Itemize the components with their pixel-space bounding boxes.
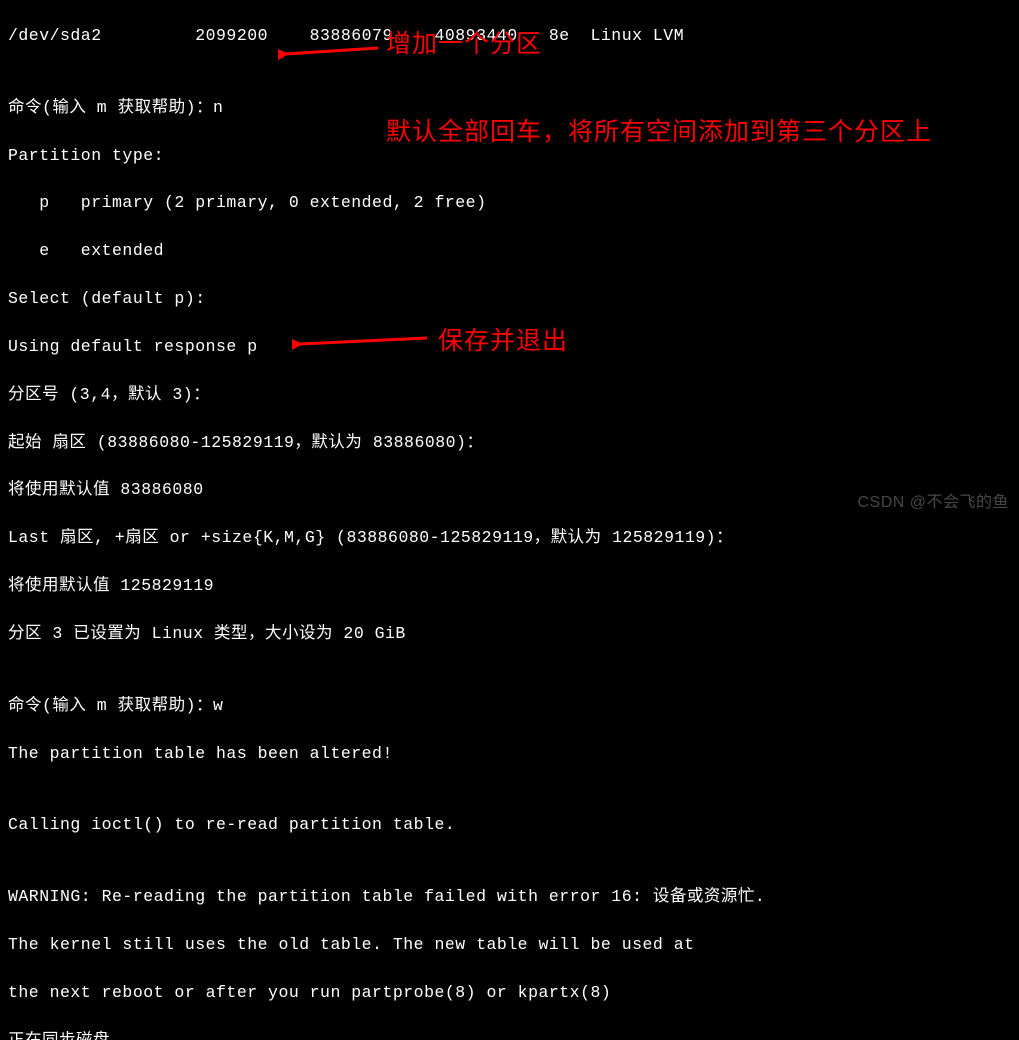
terminal-line: e extended	[8, 239, 1011, 263]
terminal-line: Partition type:	[8, 144, 1011, 168]
terminal-output: /dev/sda2 2099200 83886079 40893440 8e L…	[0, 0, 1019, 1040]
terminal-line: The partition table has been altered!	[8, 742, 1011, 766]
terminal-line: the next reboot or after you run partpro…	[8, 981, 1011, 1005]
terminal-line: 正在同步磁盘。	[8, 1029, 1011, 1040]
terminal-line: p primary (2 primary, 0 extended, 2 free…	[8, 191, 1011, 215]
terminal-line: Calling ioctl() to re-read partition tab…	[8, 813, 1011, 837]
terminal-line: Select (default p):	[8, 287, 1011, 311]
terminal-line: 将使用默认值 125829119	[8, 574, 1011, 598]
terminal-line: The kernel still uses the old table. The…	[8, 933, 1011, 957]
terminal-line: Using default response p	[8, 335, 1011, 359]
watermark: CSDN @不会飞的鱼	[857, 491, 1009, 514]
terminal-line: WARNING: Re-reading the partition table …	[8, 885, 1011, 909]
terminal-line: Last 扇区, +扇区 or +size{K,M,G} (83886080-1…	[8, 526, 1011, 550]
terminal-line: 起始 扇区 (83886080-125829119，默认为 83886080)：	[8, 431, 1011, 455]
terminal-line: 分区号 (3,4，默认 3)：	[8, 383, 1011, 407]
terminal-line: /dev/sda2 2099200 83886079 40893440 8e L…	[8, 24, 1011, 48]
terminal-line: 命令(输入 m 获取帮助)：w	[8, 694, 1011, 718]
terminal-line: 命令(输入 m 获取帮助)：n	[8, 96, 1011, 120]
terminal-line: 分区 3 已设置为 Linux 类型，大小设为 20 GiB	[8, 622, 1011, 646]
